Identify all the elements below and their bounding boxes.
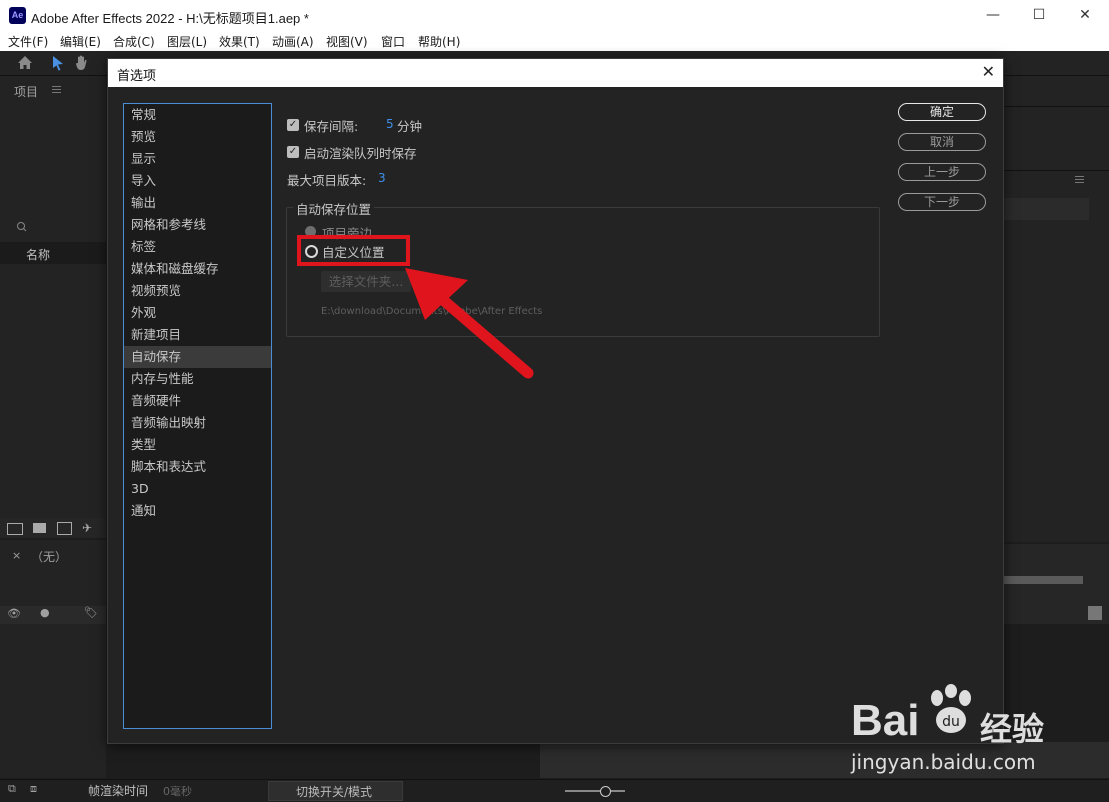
watermark-brand-cn: 经验	[980, 710, 1045, 748]
menu-bar: 文件(F) 编辑(E) 合成(C) 图层(L) 效果(T) 动画(A) 视图(V…	[0, 31, 1109, 51]
right-panels	[1003, 76, 1109, 542]
menu-effect[interactable]: 效果(T)	[219, 33, 260, 50]
auto-save-location-title: 自动保存位置	[293, 199, 375, 218]
label-tag-icon[interactable]: 🏷	[84, 606, 98, 619]
status-bar: ⧉ ⧈ 帧渲染时间 0毫秒 切换开关/模式	[0, 779, 1109, 802]
watermark-url: jingyan.baidu.com	[851, 750, 1036, 774]
toggle-mode-label: 切换开关/模式	[296, 785, 373, 799]
baidu-paw-icon: du	[931, 684, 971, 733]
zoom-slider-thumb[interactable]	[600, 786, 611, 797]
save-on-render-label: 启动渲染队列时保存	[304, 146, 417, 161]
save-interval-value[interactable]: 5	[386, 117, 394, 131]
category-item[interactable]: 导入	[124, 170, 271, 192]
max-versions-label: 最大项目版本:	[287, 173, 367, 188]
next-button[interactable]: 下一步	[898, 193, 986, 211]
category-item[interactable]: 显示	[124, 148, 271, 170]
preferences-dialog: 首选项 ✕ 常规 预览 显示 导入 输出 网格和参考线 标签 媒体和磁盘缓存 视频预览 外观 新建项…	[107, 58, 1004, 744]
zoom-slider[interactable]	[565, 790, 625, 792]
timeline-panel: × （无） 👁 ● 🏷	[0, 540, 106, 778]
menu-help[interactable]: 帮助(H)	[418, 33, 460, 50]
home-icon[interactable]	[17, 55, 33, 70]
save-interval-unit: 分钟	[397, 119, 423, 134]
layer-switches-header: 👁 ● 🏷	[0, 606, 106, 624]
panel-menu-icon[interactable]	[52, 89, 61, 90]
category-item[interactable]: 音频输出映射	[124, 412, 271, 434]
menu-window[interactable]: 窗口	[381, 33, 405, 50]
timeline-tab-none[interactable]: （无）	[31, 548, 67, 565]
category-item[interactable]: 自动保存	[124, 346, 271, 368]
save-interval-checkbox[interactable]: ✓	[287, 119, 299, 131]
new-composition-icon[interactable]	[57, 522, 72, 535]
category-item[interactable]: 常规	[124, 104, 271, 126]
toggle-mode-button[interactable]: 切换开关/模式	[268, 781, 403, 801]
comp-flowchart-icon[interactable]: ⧉	[8, 782, 16, 796]
menu-animation[interactable]: 动画(A)	[272, 33, 314, 50]
menu-file[interactable]: 文件(F)	[8, 33, 48, 50]
category-item[interactable]: 外观	[124, 302, 271, 324]
save-interval-label: 保存间隔:	[304, 119, 359, 134]
work-area-bar	[1003, 576, 1083, 584]
menu-view[interactable]: 视图(V)	[326, 33, 368, 50]
category-item[interactable]: 内存与性能	[124, 368, 271, 390]
render-icon[interactable]: ✈	[82, 521, 92, 535]
ok-button[interactable]: 确定	[898, 103, 986, 121]
cancel-button[interactable]: 取消	[898, 133, 986, 151]
category-item[interactable]: 网格和参考线	[124, 214, 271, 236]
solo-icon[interactable]: ●	[40, 606, 50, 619]
red-highlight-box	[297, 235, 410, 266]
category-item[interactable]: 脚本和表达式	[124, 456, 271, 478]
window-title: Adobe After Effects 2022 - H:\无标题项目1.aep…	[31, 11, 309, 26]
save-on-render-checkbox[interactable]: ✓	[287, 146, 299, 158]
close-window-button[interactable]: ✕	[1062, 0, 1108, 31]
project-column-header	[0, 242, 106, 264]
previous-button[interactable]: 上一步	[898, 163, 986, 181]
close-tab-icon[interactable]: ×	[12, 549, 21, 562]
svg-text:du: du	[942, 714, 960, 730]
category-list: 常规 预览 显示 导入 输出 网格和参考线 标签 媒体和磁盘缓存 视频预览 外观 新建项目 自动保存内…	[123, 103, 272, 729]
scroll-thumb[interactable]	[1088, 606, 1102, 620]
interpret-footage-icon[interactable]	[7, 523, 23, 535]
auto-save-location-group: 自动保存位置 项目旁边 自定义位置 选择文件夹... E:\download\D…	[286, 199, 880, 337]
watermark-brand: Bai	[851, 696, 920, 745]
category-item[interactable]: 标签	[124, 236, 271, 258]
category-item[interactable]: 3D	[124, 478, 271, 500]
project-footer-icons: ✈	[0, 518, 106, 538]
maximize-button[interactable]: ☐	[1016, 0, 1062, 31]
menu-composition[interactable]: 合成(C)	[113, 33, 155, 50]
category-item[interactable]: 音频硬件	[124, 390, 271, 412]
max-versions-value[interactable]: 3	[378, 171, 386, 185]
dialog-titlebar: 首选项 ✕	[108, 59, 1003, 87]
after-effects-app-icon: Ae	[9, 7, 26, 24]
project-panel: 项目 名称	[0, 76, 106, 518]
minimize-button[interactable]: —	[970, 0, 1016, 31]
dialog-title: 首选项	[117, 69, 157, 84]
layer-icon[interactable]: ⧈	[30, 782, 37, 796]
category-item[interactable]: 新建项目	[124, 324, 271, 346]
category-item[interactable]: 通知	[124, 500, 271, 522]
eye-icon[interactable]: 👁	[7, 607, 21, 620]
menu-edit[interactable]: 编辑(E)	[60, 33, 101, 50]
new-folder-icon[interactable]	[33, 523, 46, 533]
category-item[interactable]: 视频预览	[124, 280, 271, 302]
panel-row	[1003, 198, 1089, 220]
timeline-ruler	[1003, 544, 1109, 624]
window-titlebar: Ae Adobe After Effects 2022 - H:\无标题项目1.…	[0, 0, 1109, 31]
category-item[interactable]: 媒体和磁盘缓存	[124, 258, 271, 280]
red-arrow-annotation	[405, 268, 534, 379]
dialog-close-icon[interactable]: ✕	[982, 62, 995, 81]
menu-layer[interactable]: 图层(L)	[167, 33, 207, 50]
project-tab[interactable]: 项目	[14, 83, 38, 100]
search-icon	[17, 222, 27, 232]
panel-menu-icon[interactable]	[1075, 179, 1084, 180]
divider	[1003, 106, 1109, 107]
category-item[interactable]: 输出	[124, 192, 271, 214]
divider	[1003, 170, 1109, 171]
category-item[interactable]: 类型	[124, 434, 271, 456]
category-item[interactable]: 预览	[124, 126, 271, 148]
selection-tool-icon[interactable]	[52, 55, 64, 71]
render-time-label: 帧渲染时间	[88, 784, 149, 798]
hand-tool-icon[interactable]	[74, 54, 90, 71]
render-time-value: 0毫秒	[163, 785, 192, 798]
name-column-header[interactable]: 名称	[26, 246, 50, 263]
